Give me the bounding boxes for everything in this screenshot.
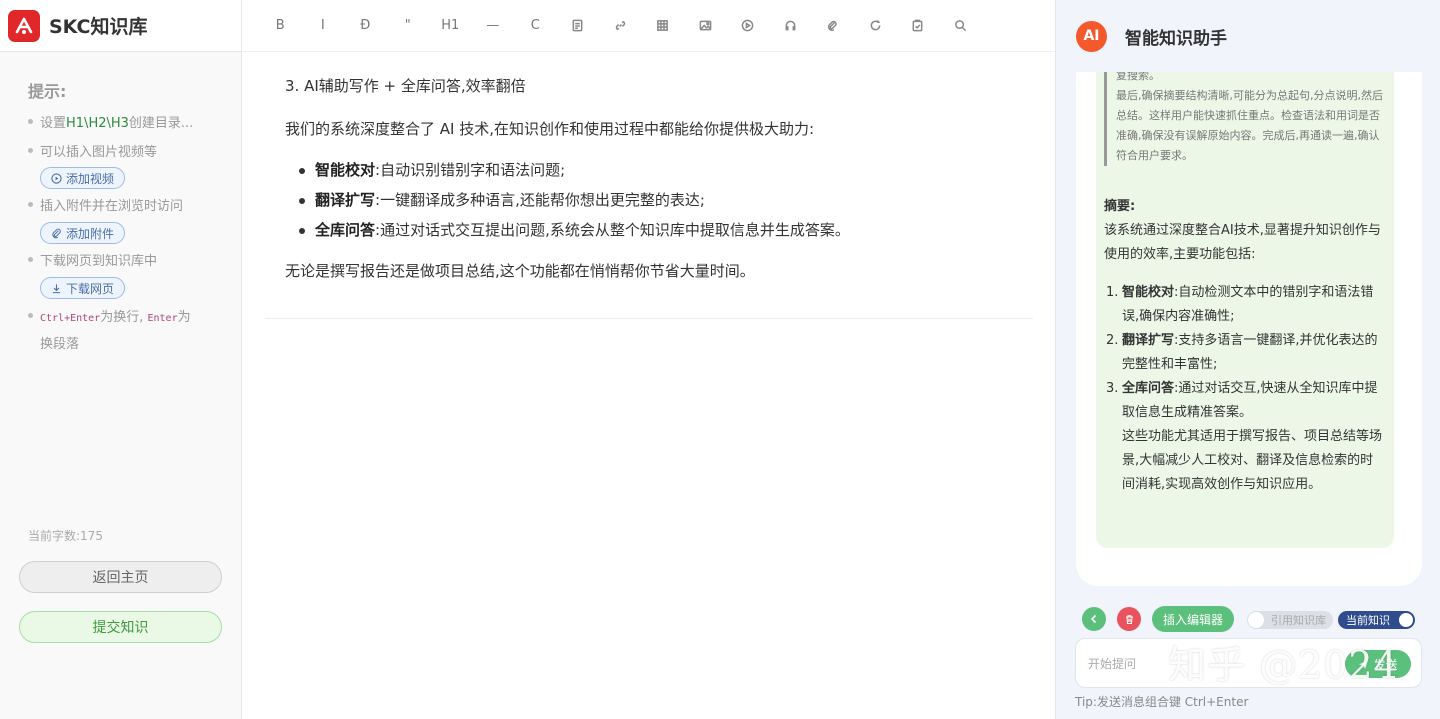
content-heading: 3. AI辅助写作 + 全库问答,效率翻倍 <box>285 77 526 95</box>
save-button[interactable] <box>897 11 940 41</box>
code-button[interactable]: C <box>514 11 557 41</box>
list-item: 3. 全库问答:通过对话交互,快速从全知识库中提取信息生成精准答案。 <box>1106 381 1378 420</box>
table-button[interactable] <box>642 11 685 41</box>
chevron-left-icon <box>1090 614 1097 624</box>
home-button[interactable]: 返回主页 <box>19 561 222 593</box>
submit-knowledge-button[interactable]: 提交知识 <box>19 611 222 643</box>
send-icon <box>1359 659 1369 669</box>
clipboard-icon <box>912 19 923 32</box>
summary-list: 1. 智能校对:自动检测文本中的错别字和语法错误,确保内容准确性; 2. 翻译扩写:… <box>1106 281 1383 497</box>
web-clip-button[interactable] <box>854 11 897 41</box>
chat-controls: 插入编辑器 引用知识库 当前知识 <box>1082 606 1422 632</box>
add-video-button[interactable]: 添加视频 <box>40 167 126 189</box>
trash-icon <box>1125 614 1133 624</box>
editor-content[interactable]: 3. AI辅助写作 + 全库问答,效率翻倍 我们的系统深度整合了 AI 技术,在… <box>285 74 1025 283</box>
ai-header: AI 智能知识助手 <box>1056 0 1440 72</box>
bold-button[interactable]: B <box>259 11 302 41</box>
search-icon <box>954 20 966 32</box>
tip-shortcut: Ctrl+Enter为换行, Enter为 <box>28 306 191 325</box>
play-icon <box>741 19 754 32</box>
ai-title: 智能知识助手 <box>1125 28 1227 49</box>
tip-media: 可以插入图片视频等 <box>28 141 157 160</box>
grid-icon <box>657 20 669 31</box>
video-button[interactable] <box>727 11 770 41</box>
image-button[interactable] <box>684 11 727 41</box>
logo-row[interactable]: SKC知识库 <box>0 0 241 52</box>
tip-shortcut-line2: 换段落 <box>40 337 80 352</box>
download-icon <box>52 283 61 293</box>
download-page-button[interactable]: 下载网页 <box>40 277 126 299</box>
search-button[interactable] <box>939 11 982 41</box>
play-circle-icon <box>51 172 62 184</box>
chat-area[interactable]: 复搜索。 最后,确保摘要结构清晰,可能分为总起句,分点说明,然后总结。这样用户能… <box>1076 72 1422 586</box>
attachment-button[interactable] <box>812 11 855 41</box>
image-icon <box>699 20 712 31</box>
sidebar: SKC知识库 提示: 设置H1\H2\H3创建目录... 可以插入图片视频等 添… <box>0 0 242 719</box>
list-item: 1. 智能校对:自动检测文本中的错别字和语法错误,确保内容准确性; <box>1106 285 1374 324</box>
link-icon <box>615 20 626 31</box>
list-item: 2. 翻译扩写:支持多语言一键翻译,并优化表达的完整性和丰富性; <box>1106 333 1378 372</box>
refresh-icon <box>870 20 881 31</box>
horizontal-rule-button[interactable]: — <box>472 11 515 41</box>
ai-avatar: AI <box>1076 20 1107 52</box>
feature-list: 智能校对:自动识别错别字和语法问题; 翻译扩写:一键翻译成多种语言,还能帮你想出… <box>285 155 1025 245</box>
list-item: 全库问答:通过对话式交互提出问题,系统会从整个知识库中提取信息并生成答案。 <box>299 215 1025 245</box>
current-knowledge-toggle[interactable]: 当前知识 <box>1338 611 1415 629</box>
ai-message: 复搜索。 最后,确保摘要结构清晰,可能分为总起句,分点说明,然后总结。这样用户能… <box>1096 72 1394 548</box>
headphones-icon <box>785 20 796 31</box>
insert-editor-button[interactable]: 插入编辑器 <box>1152 606 1235 632</box>
summary-block: 摘要: 该系统通过深度整合AI技术,显著提升知识创作与使用的效率,主要功能包括: <box>1104 199 1381 262</box>
delete-button[interactable] <box>1117 607 1141 631</box>
toggle-knob <box>1248 612 1264 628</box>
editor: B I Đ " H1 — C 3. AI辅助写作 + 全库问答,效率翻倍 我们的… <box>243 0 1055 719</box>
shortcut-hint: Tip:发送消息组合键 Ctrl+Enter <box>1075 695 1249 709</box>
send-button[interactable]: 发送 <box>1345 650 1411 678</box>
thinking-quote: 复搜索。 最后,确保摘要结构清晰,可能分为总起句,分点说明,然后总结。这样用户能… <box>1104 72 1388 166</box>
toggle-knob <box>1399 613 1413 627</box>
italic-button[interactable]: I <box>302 11 345 41</box>
logo-text: SKC知识库 <box>49 16 148 38</box>
word-count: 当前字数:175 <box>28 529 103 543</box>
logo-icon <box>8 9 40 42</box>
paperclip-icon <box>52 228 61 238</box>
heading-button[interactable]: H1 <box>429 11 472 41</box>
content-outro: 无论是撰写报告还是做项目总结,这个功能都在悄悄帮你节省大量时间。 <box>285 262 755 280</box>
list-item: 翻译扩写:一键翻译成多种语言,还能帮你想出更完整的表达; <box>299 185 1025 215</box>
tip-toc: 设置H1\H2\H3创建目录... <box>28 112 193 131</box>
chat-input[interactable] <box>1088 653 1318 675</box>
audio-button[interactable] <box>769 11 812 41</box>
code-block-button[interactable] <box>557 11 600 41</box>
add-attachment-button[interactable]: 添加附件 <box>40 222 126 244</box>
quote-button[interactable]: " <box>387 11 430 41</box>
tip-attachment: 插入附件并在浏览时访问 <box>28 195 183 214</box>
list-item: 智能校对:自动识别错别字和语法问题; <box>299 155 1025 185</box>
content-intro: 我们的系统深度整合了 AI 技术,在知识创作和使用过程中都能给你提供极大助力: <box>285 120 815 138</box>
chat-input-box: 发送 <box>1075 638 1422 688</box>
back-button[interactable] <box>1082 607 1106 631</box>
summary-tail: 这些功能尤其适用于撰写报告、项目总结等场景,大幅减少人工校对、翻译及信息检索的时… <box>1122 429 1383 492</box>
link-button[interactable] <box>599 11 642 41</box>
strikethrough-button[interactable]: Đ <box>344 11 387 41</box>
paperclip-icon <box>828 20 837 31</box>
ai-assistant-panel: AI 智能知识助手 复搜索。 最后,确保摘要结构清晰,可能分为总起句,分点说明,… <box>1055 0 1440 719</box>
document-icon <box>572 19 583 32</box>
library-reference-toggle[interactable]: 引用知识库 <box>1247 611 1333 629</box>
tips-title: 提示: <box>28 82 67 101</box>
editor-toolbar: B I Đ " H1 — C <box>243 0 1055 52</box>
content-divider <box>265 318 1033 319</box>
tip-download: 下载网页到知识库中 <box>28 250 157 269</box>
